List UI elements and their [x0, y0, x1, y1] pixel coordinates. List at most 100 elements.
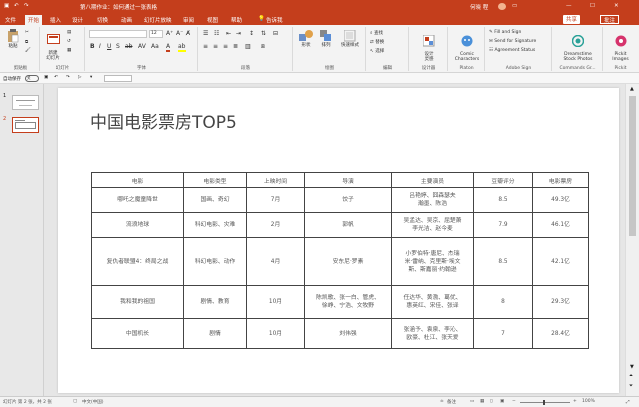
new-slide-button[interactable]: 新建 幻灯片 [43, 29, 63, 61]
tab-file[interactable]: 文件 [5, 16, 16, 25]
save-icon-qat[interactable]: ▣ [44, 75, 48, 80]
cell-boxoffice[interactable]: 28.4亿 [532, 318, 589, 349]
vertical-scrollbar[interactable]: ▲ ▼ ⏶ ⏷ [625, 84, 639, 396]
shapes-button[interactable]: 形状 [296, 30, 316, 48]
cell-boxoffice[interactable]: 29.3亿 [532, 285, 589, 319]
text-direction-icon[interactable]: ⇅ [261, 30, 266, 37]
slide-title[interactable]: 中国电影票房TOP5 [90, 108, 237, 133]
tab-animations[interactable]: 动画 [121, 16, 132, 25]
comments-button[interactable]: 批注 [600, 15, 620, 24]
zoom-out-icon[interactable]: − [512, 399, 516, 404]
design-ideas-button[interactable]: 设计 灵感 [416, 30, 442, 62]
fill-and-sign-button[interactable]: ✎ Fill and Sign [489, 30, 521, 35]
bold-icon[interactable]: B [90, 43, 95, 50]
qat-dropdown[interactable] [104, 75, 132, 82]
cell-release[interactable]: 10月 [246, 285, 305, 319]
cell-director[interactable]: 刘伟强 [304, 318, 392, 349]
font-size-select[interactable]: 12 [149, 30, 163, 38]
header-rating[interactable]: 豆瓣评分 [473, 172, 533, 188]
scroll-down-icon[interactable]: ▼ [630, 364, 634, 370]
increase-indent-icon[interactable]: ⇥ [236, 30, 241, 37]
minimize-button[interactable]: — [566, 3, 572, 9]
cell-genre[interactable]: 科幻电影、动作 [183, 237, 247, 286]
font-color-icon[interactable]: A [166, 43, 171, 52]
tab-help[interactable]: 帮助 [231, 16, 242, 25]
cell-release[interactable]: 7月 [246, 187, 305, 213]
quick-styles-button[interactable]: 快速样式 [337, 30, 363, 48]
scroll-up-icon[interactable]: ▲ [630, 86, 634, 92]
cell-rating[interactable]: 8 [473, 285, 533, 319]
reading-view-icon[interactable]: ▯ [490, 399, 492, 404]
replace-button[interactable]: ⇄ 替换 [370, 39, 384, 45]
font-name-select[interactable] [89, 30, 147, 38]
undo-icon[interactable]: ↶ [14, 3, 19, 9]
italic-icon[interactable]: I [99, 43, 101, 50]
customize-icon[interactable]: ▾ [90, 75, 92, 80]
slide[interactable]: 中国电影票房TOP5 电影 电影类型 上映时间 导演 主要演员 豆瓣评分 电影票… [58, 88, 619, 393]
cell-director[interactable]: 安东尼·罗素 [304, 237, 392, 286]
cell-genre[interactable]: 国画、奇幻 [183, 187, 247, 213]
bullets-icon[interactable]: ☰ [203, 30, 208, 37]
cell-cast[interactable]: 吴孟达、吴京、屈楚萧 李光洁、赵今麦 [391, 212, 474, 238]
scroll-thumb[interactable] [629, 96, 636, 236]
cell-cast[interactable]: 小罗伯特·唐尼、杰瑞 米·雷纳、克里斯·埃文 斯、斯嘉丽·约翰逊 [391, 237, 474, 286]
notes-button[interactable]: 备注 [447, 399, 456, 405]
cut-icon[interactable]: ✂ [25, 30, 29, 35]
tab-transitions[interactable]: 切换 [97, 16, 108, 25]
tell-me-search[interactable]: 告诉我 [266, 16, 283, 25]
ribbon-display-icon[interactable]: ▭ [512, 3, 517, 9]
cell-director[interactable]: 郭帆 [304, 212, 392, 238]
paste-button[interactable]: 粘贴 [4, 29, 22, 49]
strikethrough-icon[interactable]: ab [125, 43, 133, 50]
dreamstime-button[interactable]: Dreamstime Stock Photos [557, 30, 599, 62]
format-painter-icon[interactable]: 🖌 [25, 48, 31, 53]
cell-cast[interactable]: 任达华、黄渤、葛优、 惠英红、宋佳、张译 [391, 285, 474, 319]
thumbnail-1[interactable] [12, 95, 39, 110]
spacing-icon[interactable]: AV [138, 43, 146, 50]
layout-icon[interactable]: ▤ [67, 30, 71, 35]
redo-icon-qat[interactable]: ↷ [66, 75, 70, 80]
header-release[interactable]: 上映时间 [246, 172, 305, 188]
slideshow-view-icon[interactable]: ▣ [500, 399, 504, 404]
columns-icon[interactable]: ▥ [245, 43, 251, 50]
zoom-level[interactable]: 100% [582, 399, 595, 404]
cell-genre[interactable]: 剧情、教育 [183, 285, 247, 319]
tab-design[interactable]: 设计 [72, 16, 83, 25]
cell-genre[interactable]: 科幻电影、灾难 [183, 212, 247, 238]
cell-movie[interactable]: 中国机长 [91, 318, 184, 349]
decrease-indent-icon[interactable]: ⇤ [226, 30, 231, 37]
cell-release[interactable]: 2月 [246, 212, 305, 238]
header-boxoffice[interactable]: 电影票房 [532, 172, 589, 188]
zoom-slider[interactable] [520, 402, 570, 403]
cell-rating[interactable]: 8.5 [473, 237, 533, 286]
cell-rating[interactable]: 7.9 [473, 212, 533, 238]
language-status[interactable]: 中文(中国) [82, 399, 104, 405]
highlight-icon[interactable]: ab [178, 43, 186, 52]
autosave-toggle[interactable]: 关 [25, 75, 39, 82]
cell-boxoffice[interactable]: 46.1亿 [532, 212, 589, 238]
tab-slideshow[interactable]: 幻灯片放映 [144, 16, 172, 25]
cell-genre[interactable]: 剧情 [183, 318, 247, 349]
justify-icon[interactable]: ≣ [233, 43, 238, 50]
header-movie[interactable]: 电影 [91, 172, 184, 188]
cell-director[interactable]: 陈凯歌、张一白、管虎、 徐峥、宁浩、文牧野 [304, 285, 392, 319]
header-director[interactable]: 导演 [304, 172, 392, 188]
normal-view-icon[interactable]: ▭ [470, 399, 474, 404]
shadow-icon[interactable]: S [116, 43, 120, 50]
smartart-icon[interactable]: ⧈ [261, 43, 265, 51]
cell-director[interactable]: 饺子 [304, 187, 392, 213]
align-right-icon[interactable]: ≡ [223, 43, 228, 50]
cell-rating[interactable]: 7 [473, 318, 533, 349]
tab-view[interactable]: 视图 [207, 16, 218, 25]
undo-icon-qat[interactable]: ↶ [54, 75, 58, 80]
zoom-slider-thumb[interactable] [543, 400, 545, 405]
avatar[interactable] [498, 3, 506, 10]
cell-release[interactable]: 10月 [246, 318, 305, 349]
slide-sorter-icon[interactable]: ▦ [480, 399, 484, 404]
header-genre[interactable]: 电影类型 [183, 172, 247, 188]
cell-movie[interactable]: 复仇者联盟4：终局之战 [91, 237, 184, 286]
zoom-in-icon[interactable]: + [573, 399, 577, 404]
align-left-icon[interactable]: ≡ [203, 43, 208, 50]
cell-movie[interactable]: 流浪地球 [91, 212, 184, 238]
cell-cast[interactable]: 吕艳婷、囧森瑟夫 瀚墨、陈浩 [391, 187, 474, 213]
